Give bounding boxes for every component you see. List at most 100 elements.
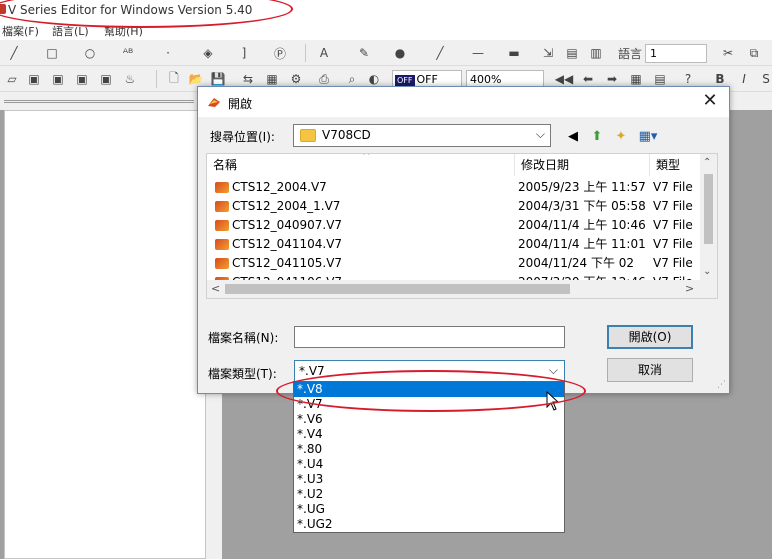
mouse-pointer-icon — [546, 391, 560, 411]
font-tool-icon[interactable]: A — [316, 45, 332, 61]
scroll-right-icon[interactable]: > — [685, 282, 694, 295]
v7-file-icon — [215, 182, 229, 193]
copy-icon[interactable]: ⧉ — [746, 45, 762, 61]
file-row[interactable]: CTS12_041105.V7 2004/11/24 下午 02 V7 File — [207, 254, 701, 273]
italic-icon[interactable]: I — [736, 71, 752, 87]
folder-icon — [300, 129, 316, 142]
filetype-option[interactable]: *.V4 — [294, 427, 564, 442]
screen-copy-icon[interactable]: ▣ — [50, 71, 66, 87]
file-row[interactable]: CTS12_2004.V7 2005/9/23 上午 11:57 V7 File — [207, 178, 701, 197]
go-next-icon[interactable]: ➡ — [604, 71, 620, 87]
dot-tool-icon[interactable]: · — [160, 45, 176, 61]
rectangle-tool-icon[interactable]: □ — [44, 45, 60, 61]
cut-icon[interactable]: ✂ — [720, 45, 736, 61]
bracket-tool-icon[interactable]: ] — [236, 45, 252, 61]
scroll-left-icon[interactable]: < — [211, 282, 220, 295]
go-first-icon[interactable]: ◀◀ — [555, 71, 573, 87]
screen-settings-icon[interactable]: ▣ — [98, 71, 114, 87]
file-row[interactable]: CTS12_2004_1.V7 2004/3/31 下午 05:58 V7 Fi… — [207, 197, 701, 216]
line-width-icon[interactable]: — — [470, 45, 486, 61]
menu-file[interactable]: 檔案(F) — [2, 23, 39, 39]
print-icon[interactable]: ⎙ — [316, 71, 332, 87]
menu-language[interactable]: 語言(L) — [52, 23, 89, 39]
filetype-option[interactable]: *.V7 — [294, 397, 564, 412]
circle-tool-icon[interactable]: ○ — [82, 45, 98, 61]
open-button[interactable]: 開啟(O) — [607, 325, 693, 349]
filetype-select[interactable]: *.V7 ⌵ — [294, 360, 565, 382]
language-select[interactable]: 1 — [645, 44, 707, 63]
file-row[interactable]: CTS12_041104.V7 2004/11/4 上午 11:01 V7 Fi… — [207, 235, 701, 254]
file-row[interactable]: CTS12_040907.V7 2004/11/4 上午 10:46 V7 Fi… — [207, 216, 701, 235]
screen-list-pane[interactable] — [4, 110, 206, 559]
filetype-dropdown-list: *.V8 *.V7 *.V6 *.V4 *.80 *.U4 *.U3 *.U2 … — [293, 381, 565, 533]
go-prev-icon[interactable]: ⬅ — [580, 71, 596, 87]
filetype-label: 檔案類型(T): — [208, 367, 277, 381]
column-header-type[interactable]: 類型 — [650, 154, 702, 176]
open-file-icon[interactable]: 📂 — [188, 71, 204, 87]
screen-icon[interactable]: ▣ — [26, 71, 42, 87]
app-icon — [208, 98, 220, 107]
dialog-title-bar: 開啟 ✕ — [198, 87, 729, 117]
filetype-option[interactable]: *.V8 — [294, 382, 564, 397]
paint-tool-icon[interactable]: ◈ — [200, 45, 216, 61]
list-view-icon[interactable]: ▤ — [652, 71, 668, 87]
cancel-button[interactable]: 取消 — [607, 358, 693, 382]
new-file-icon[interactable]: 🗋 — [166, 71, 182, 87]
data-switch-icon[interactable]: ▤ — [564, 45, 580, 61]
line-tool-icon[interactable]: ╱ — [6, 45, 22, 61]
v7-file-icon — [215, 258, 229, 269]
column-header-date[interactable]: 修改日期 — [515, 154, 650, 176]
transfer-icon[interactable]: ⇆ — [240, 71, 256, 87]
up-folder-icon[interactable]: ⬆ — [587, 126, 607, 146]
back-icon[interactable]: ◀ — [563, 126, 583, 146]
v7-file-icon — [215, 201, 229, 212]
library-icon[interactable]: ♨ — [122, 71, 138, 87]
menu-bar: 檔案(F) 語言(L) 幫助(H) — [0, 22, 772, 40]
scroll-thumb[interactable] — [225, 284, 570, 294]
close-icon[interactable]: ✕ — [699, 90, 721, 112]
filetype-option[interactable]: *.80 — [294, 442, 564, 457]
pmt-icon[interactable]: ▥ — [588, 45, 604, 61]
resize-grip-icon[interactable]: ⋰ — [717, 380, 726, 390]
grid-view-icon[interactable]: ▦ — [628, 71, 644, 87]
filetype-option[interactable]: *.U4 — [294, 457, 564, 472]
new-folder-icon[interactable]: ✦ — [611, 126, 631, 146]
help-icon[interactable]: ? — [680, 71, 696, 87]
network-icon[interactable]: ⚙ — [288, 71, 304, 87]
palette-icon[interactable]: ● — [392, 45, 408, 61]
filetype-option[interactable]: *.U2 — [294, 487, 564, 502]
filetype-option[interactable]: *.UG2 — [294, 517, 564, 532]
pen-tool-icon[interactable]: ✎ — [356, 45, 372, 61]
horizontal-scrollbar[interactable]: < > — [207, 280, 717, 298]
off-switch-icon[interactable]: ⇲ — [540, 45, 556, 61]
view-menu-icon[interactable]: ▦▾ — [635, 126, 661, 146]
compare-icon[interactable]: ◐ — [366, 71, 382, 87]
save-icon[interactable]: 💾 — [210, 71, 226, 87]
text-tool-icon[interactable]: ᴬᴮ — [120, 45, 136, 61]
v7-file-icon — [215, 220, 229, 231]
look-in-value: V708CD — [322, 128, 371, 142]
filetype-option[interactable]: *.V6 — [294, 412, 564, 427]
find-icon[interactable]: ⌕ — [344, 71, 360, 87]
look-in-select[interactable]: V708CD ⌵ — [293, 124, 551, 147]
filename-input[interactable] — [294, 326, 565, 348]
screen-list-icon[interactable]: ▣ — [74, 71, 90, 87]
scroll-thumb[interactable] — [704, 174, 713, 244]
scroll-up-icon[interactable]: ⌃ — [703, 157, 711, 168]
open-folder-icon[interactable]: ▱ — [4, 71, 20, 87]
vertical-scrollbar[interactable]: ⌃ ⌄ — [700, 154, 717, 282]
open-dialog: 開啟 ✕ 搜尋位置(I): V708CD ⌵ ◀ ⬆ ✦ ▦▾ ^ 名稱 修改日… — [197, 86, 730, 394]
column-header-name[interactable]: 名稱 — [207, 154, 515, 176]
fill-icon[interactable]: ▬ — [506, 45, 522, 61]
scroll-down-icon[interactable]: ⌄ — [703, 266, 711, 277]
part-tool-icon[interactable]: Ⓟ — [272, 45, 288, 61]
line-style-icon[interactable]: ╱ — [432, 45, 448, 61]
simulator-icon[interactable]: ▦ — [264, 71, 280, 87]
app-logo-icon — [0, 4, 6, 14]
app-title-bar: V Series Editor for Windows Version 5.40 — [0, 0, 772, 22]
strike-icon[interactable]: S — [758, 71, 772, 87]
filetype-option[interactable]: *.UG — [294, 502, 564, 517]
menu-help[interactable]: 幫助(H) — [104, 23, 143, 39]
filetype-option[interactable]: *.U3 — [294, 472, 564, 487]
bold-icon[interactable]: B — [712, 71, 728, 87]
